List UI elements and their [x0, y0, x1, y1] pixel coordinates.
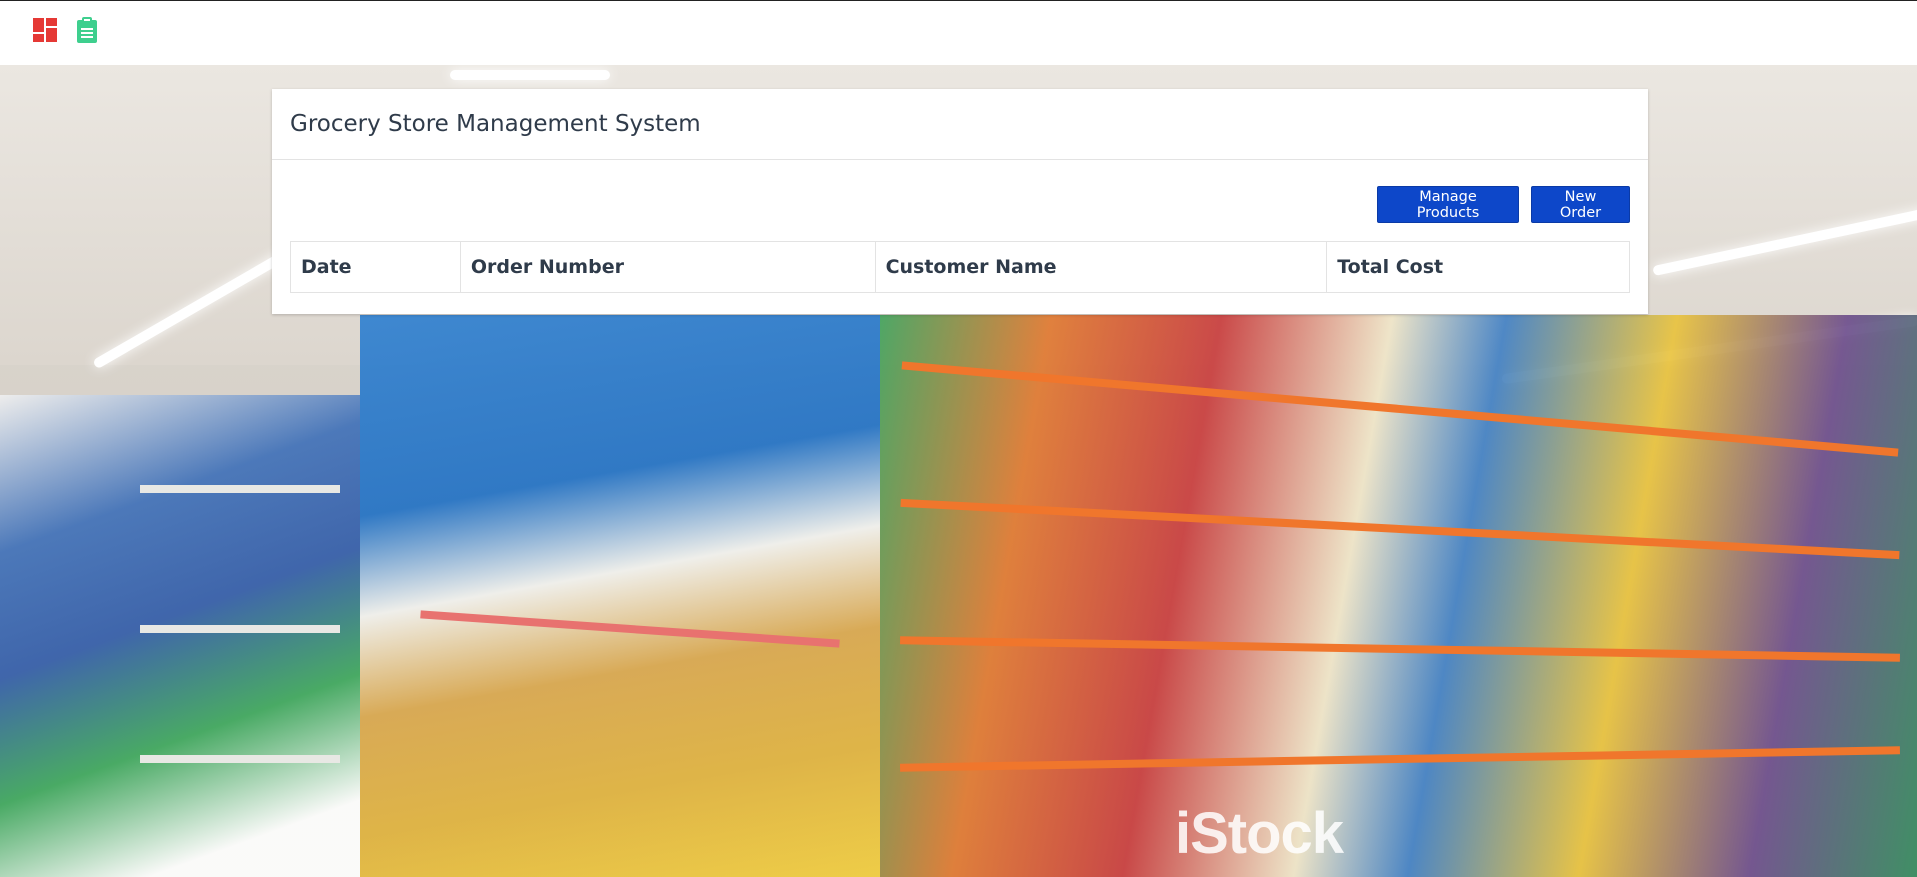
action-buttons: Manage Products New Order: [1377, 186, 1630, 223]
page-title: Grocery Store Management System: [290, 111, 701, 137]
table-header-row: Date Order Number Customer Name Total Co…: [290, 241, 1630, 293]
column-header-order-number[interactable]: Order Number: [459, 241, 876, 293]
new-order-button[interactable]: New Order: [1531, 186, 1630, 223]
clipboard-icon[interactable]: [73, 16, 101, 44]
watermark-text: iStock: [1175, 801, 1344, 866]
orders-card: Grocery Store Management System Manage P…: [272, 89, 1648, 314]
top-navbar: [0, 0, 1917, 65]
shelf-center: [360, 315, 880, 877]
shelf-edge: [140, 755, 340, 763]
ceiling-light: [450, 70, 610, 80]
shelf-edge: [140, 485, 340, 493]
dashboard-icon[interactable]: [31, 16, 59, 44]
column-header-customer-name[interactable]: Customer Name: [874, 241, 1328, 293]
shelf-edge: [140, 625, 340, 633]
manage-products-button[interactable]: Manage Products: [1377, 186, 1519, 223]
orders-table: Date Order Number Customer Name Total Co…: [290, 241, 1630, 293]
column-header-date[interactable]: Date: [290, 241, 461, 293]
card-header: Grocery Store Management System: [272, 89, 1648, 160]
column-header-total-cost[interactable]: Total Cost: [1326, 241, 1630, 293]
shelf-left: [0, 395, 360, 877]
shelf-right: [880, 315, 1917, 877]
